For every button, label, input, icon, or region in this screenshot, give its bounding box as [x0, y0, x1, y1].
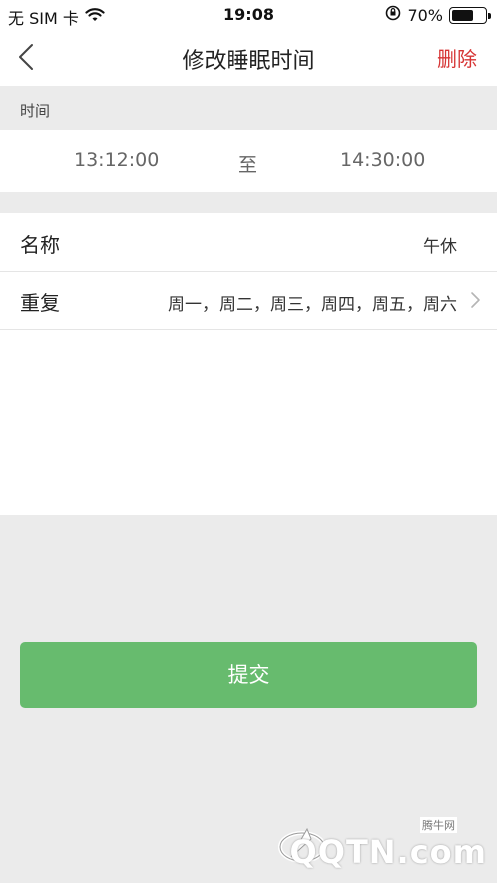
- status-bar: 无 SIM 卡 19:08 70%: [0, 0, 497, 30]
- time-section-label: 时间: [20, 102, 51, 120]
- repeat-value: 周一，周二，周三，周四，周五，周六: [168, 295, 457, 315]
- name-row[interactable]: 名称 午休: [0, 213, 497, 272]
- submit-button[interactable]: 提交: [20, 642, 477, 708]
- end-time-field[interactable]: 14:30:00: [340, 149, 425, 171]
- chevron-right-icon: [471, 292, 480, 308]
- watermark: 腾牛网 QQTN.com: [277, 813, 487, 873]
- nav-bar: 修改睡眠时间 删除: [0, 30, 497, 86]
- name-label: 名称: [20, 233, 60, 257]
- time-range-row: 13:12:00 至 14:30:00: [0, 130, 497, 192]
- battery-percent: 70%: [407, 5, 443, 25]
- watermark-small-text: 腾牛网: [420, 817, 457, 833]
- page-title: 修改睡眠时间: [182, 49, 315, 74]
- orientation-lock-icon: [385, 5, 401, 25]
- repeat-label: 重复: [20, 291, 60, 315]
- settings-list: 名称 午休 重复 周一，周二，周三，周四，周五，周六 提交: [0, 213, 497, 708]
- repeat-row[interactable]: 重复 周一，周二，周三，周四，周五，周六: [0, 271, 497, 330]
- delete-button[interactable]: 删除: [437, 43, 477, 72]
- battery-fill: [452, 9, 473, 21]
- start-time-field[interactable]: 13:12:00: [74, 149, 159, 171]
- status-right: 70%: [385, 5, 491, 25]
- battery-icon: [449, 6, 491, 24]
- watermark-big-text: QQTN.com: [289, 833, 487, 871]
- time-section-header: 时间: [0, 86, 497, 130]
- name-value: 午休: [423, 237, 457, 257]
- time-separator: 至: [238, 154, 258, 176]
